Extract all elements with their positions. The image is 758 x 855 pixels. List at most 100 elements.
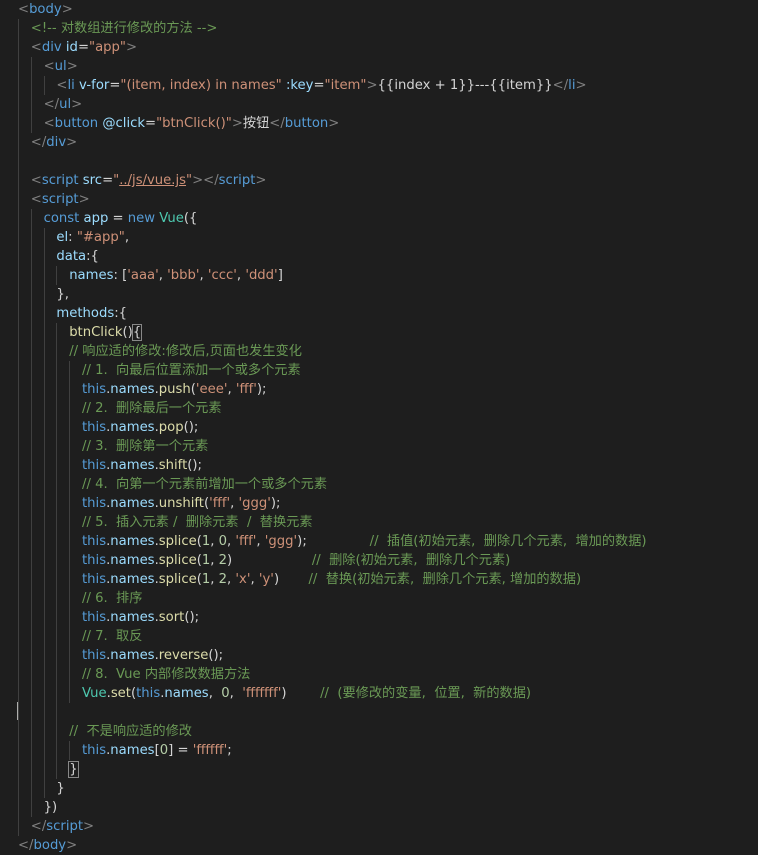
code-token: 'fffffff' <box>242 686 282 701</box>
code-token: // 7. 取反 <box>82 629 143 644</box>
code-token: ) <box>227 553 312 568</box>
code-token: </ <box>30 819 47 834</box>
code-line[interactable]: this.names.shift(); <box>0 456 758 475</box>
code-token: 'ggg' <box>264 534 298 549</box>
code-token: , <box>230 496 239 511</box>
code-token: // 4. 向第一个元素前增加一个或多个元素 <box>82 477 328 492</box>
code-line[interactable]: </script> <box>0 817 758 836</box>
code-token: > <box>125 40 138 55</box>
code-token: < <box>18 2 30 17</box>
code-line[interactable]: methods:{ <box>0 304 758 323</box>
code-token: 'ccc' <box>207 268 237 283</box>
code-line[interactable]: this.names.pop(); <box>0 418 758 437</box>
code-token: reverse <box>158 648 209 663</box>
code-line[interactable] <box>0 703 758 722</box>
code-token: = <box>108 211 128 226</box>
code-token: < <box>30 173 42 188</box>
code-token: names <box>110 458 155 473</box>
code-line[interactable]: this.names[0] = 'ffffff'; <box>0 741 758 760</box>
code-token: body <box>29 2 62 17</box>
code-token: }) <box>43 800 58 815</box>
code-line[interactable]: <!-- 对数组进行修改的方法 --> <box>0 19 758 38</box>
code-token: // 8. Vue 内部修改数据方法 <box>82 667 251 682</box>
code-token: }, <box>56 287 69 302</box>
code-line[interactable]: // 5. 插入元素 / 删除元素 / 替换元素 <box>0 513 758 532</box>
code-token: : [ <box>113 268 128 283</box>
code-line[interactable]: const app = new Vue({ <box>0 209 758 228</box>
code-line[interactable]: } <box>0 779 758 798</box>
code-line[interactable]: this.names.reverse(); <box>0 646 758 665</box>
code-line[interactable]: }, <box>0 285 758 304</box>
code-line[interactable]: // 6. 排序 <box>0 589 758 608</box>
code-token: 0 <box>159 743 169 758</box>
code-line[interactable]: // 不是响应适的修改 <box>0 722 758 741</box>
code-token: ); <box>297 534 370 549</box>
code-line[interactable]: btnClick(){ <box>0 323 758 342</box>
code-token: > <box>66 59 78 74</box>
code-token: names <box>110 382 155 397</box>
code-token: (); <box>183 420 199 435</box>
code-line[interactable]: // 8. Vue 内部修改数据方法 <box>0 665 758 684</box>
code-token: </ <box>269 116 285 131</box>
code-line[interactable]: <li v-for="(item, index) in names" :key=… <box>0 76 758 95</box>
code-line[interactable]: names: ['aaa', 'bbb', 'ccc', 'ddd'] <box>0 266 758 285</box>
code-line[interactable]: Vue.set(this.names, 0, 'fffffff') // (要修… <box>0 684 758 703</box>
code-token: button <box>284 116 329 131</box>
code-token: , <box>210 553 219 568</box>
code-line[interactable]: this.names.push('eee', 'fff'); <box>0 380 758 399</box>
code-token: <!-- 对数组进行修改的方法 --> <box>30 21 218 36</box>
code-token: app <box>79 211 109 226</box>
code-token: this <box>82 743 107 758</box>
code-line[interactable]: this.names.unshift('fff', 'ggg'); <box>0 494 758 513</box>
code-token: < <box>30 192 42 207</box>
code-token: sort <box>158 610 185 625</box>
code-token: this <box>82 420 107 435</box>
code-token: , <box>256 534 265 549</box>
code-line[interactable]: el: "#app", <box>0 228 758 247</box>
code-line[interactable]: // 响应适的修改:修改后,页面也发生变化 <box>0 342 758 361</box>
code-line[interactable]: // 1. 向最后位置添加一个或多个元素 <box>0 361 758 380</box>
code-token: > <box>255 173 267 188</box>
code-line[interactable]: data:{ <box>0 247 758 266</box>
code-token: ] = <box>168 743 193 758</box>
code-line[interactable]: </body> <box>0 836 758 855</box>
code-line[interactable]: // 2. 删除最后一个元素 <box>0 399 758 418</box>
code-token: ; <box>227 743 232 758</box>
code-token: names <box>110 420 155 435</box>
code-editor[interactable]: <body> <!-- 对数组进行修改的方法 --> <div id="app"> <… <box>0 0 758 854</box>
code-token: ul <box>54 59 67 74</box>
code-token: src <box>78 173 103 188</box>
code-token: data <box>56 249 87 264</box>
code-line[interactable]: <div id="app"> <box>0 38 758 57</box>
code-line[interactable]: }) <box>0 798 758 817</box>
code-line[interactable] <box>0 152 758 171</box>
code-line[interactable]: <script src="../js/vue.js"></script> <box>0 171 758 190</box>
code-line[interactable]: this.names.splice(1, 2) // 删除(初始元素, 删除几个… <box>0 551 758 570</box>
code-line[interactable]: <body> <box>0 0 758 19</box>
code-line[interactable]: <ul> <box>0 57 758 76</box>
code-line[interactable]: <script> <box>0 190 758 209</box>
code-token: // 3. 删除第一个元素 <box>82 439 209 454</box>
code-token: < <box>30 40 42 55</box>
code-line[interactable]: </ul> <box>0 95 758 114</box>
code-line[interactable]: // 3. 删除第一个元素 <box>0 437 758 456</box>
code-token: script <box>41 173 79 188</box>
code-token: this <box>82 572 107 587</box>
code-token: , <box>210 534 219 549</box>
code-line[interactable]: this.names.splice(1, 0, 'fff', 'ggg'); /… <box>0 532 758 551</box>
code-token: :key <box>281 78 314 93</box>
code-line[interactable]: // 4. 向第一个元素前增加一个或多个元素 <box>0 475 758 494</box>
code-token: shift <box>158 458 188 473</box>
code-token: // 插值(初始元素, 删除几个元素, 增加的数据) <box>369 534 647 549</box>
code-line[interactable]: <button @click="btnClick()">按钮</button> <box>0 114 758 133</box>
code-line[interactable]: } <box>0 760 758 779</box>
code-line[interactable]: // 7. 取反 <box>0 627 758 646</box>
code-line[interactable]: </div> <box>0 133 758 152</box>
code-token: : <box>68 230 77 245</box>
code-token: script <box>218 173 256 188</box>
code-token: :{ <box>114 306 128 321</box>
code-line[interactable]: this.names.sort(); <box>0 608 758 627</box>
code-line[interactable]: this.names.splice(1, 2, 'x', 'y') // 替换(… <box>0 570 758 589</box>
code-token: 'ffffff' <box>192 743 228 758</box>
code-token: > <box>231 116 243 131</box>
